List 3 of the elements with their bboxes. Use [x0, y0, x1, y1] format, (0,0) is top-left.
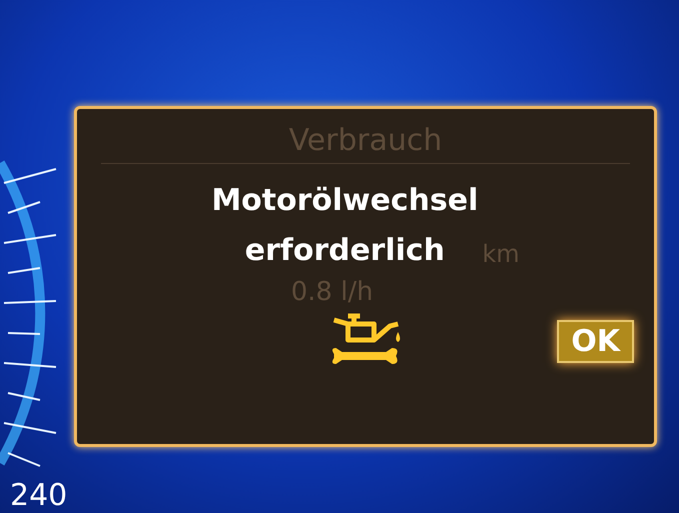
warning-message: Motorölwechsel erforderlich [211, 182, 478, 270]
ok-button[interactable]: OK [557, 320, 634, 362]
speed-label: 240 [9, 479, 68, 513]
